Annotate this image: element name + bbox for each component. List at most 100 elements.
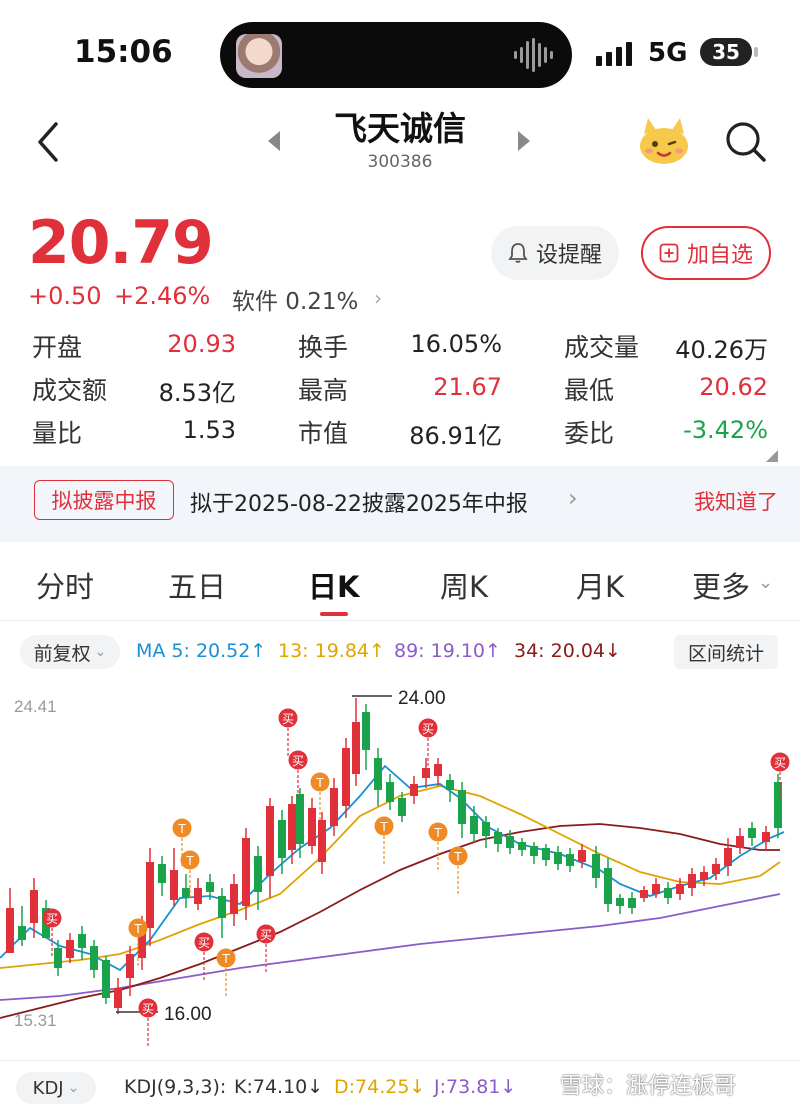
tab-intraday[interactable]: 分时	[36, 564, 94, 606]
add-watchlist-label: 加自选	[686, 243, 753, 268]
high-price-label: 24.00	[398, 688, 446, 709]
candle-body	[592, 854, 600, 878]
mascot-icon[interactable]	[636, 116, 692, 166]
watermark: 雪球：涨停连板哥	[560, 1074, 737, 1099]
notice-tag: 拟披露中报	[34, 480, 174, 520]
candle-body	[90, 946, 98, 970]
buy-signal-marker-label: 买	[260, 928, 272, 942]
chevron-right-icon: ›	[568, 484, 578, 512]
candle-body	[362, 712, 370, 750]
chevron-down-icon: ⌄	[758, 572, 774, 593]
buy-signal-marker-label: 买	[142, 1002, 154, 1016]
candle-body	[6, 908, 14, 953]
current-price: 20.79	[28, 208, 214, 278]
candle-body	[170, 870, 178, 900]
ma34-value: 34: 20.04↓	[514, 640, 621, 662]
stat-value-volume-ratio: 1.53	[182, 416, 236, 444]
candle-body	[616, 898, 624, 906]
divider	[0, 1060, 800, 1061]
candle-body	[640, 890, 648, 898]
notice-dismiss-button[interactable]: 我知道了	[694, 486, 778, 516]
next-stock-icon[interactable]	[516, 130, 532, 152]
ma13-value: 13: 19.84↑	[278, 640, 385, 662]
candle-body	[736, 836, 744, 848]
t-signal-marker-label: T	[453, 850, 462, 864]
candle-body	[266, 806, 274, 876]
t-signal-marker-label: T	[221, 952, 230, 966]
candle-body	[446, 780, 454, 790]
price-change-percent: +2.46%	[114, 282, 211, 310]
t-signal-marker-label: T	[177, 822, 186, 836]
kdj-dropdown-label: KDJ	[32, 1077, 64, 1099]
network-type: 5G	[648, 38, 688, 68]
candle-body	[308, 808, 316, 846]
ma13-line	[0, 785, 781, 969]
set-alert-button[interactable]: 设提醒	[491, 226, 619, 280]
stat-value-turnover: 16.05%	[410, 330, 502, 358]
candle-body	[422, 768, 430, 778]
candle-body	[482, 822, 490, 836]
stat-label-market-cap: 市值	[298, 419, 349, 448]
candle-body	[724, 848, 732, 866]
ma5-value: MA 5: 20.52↑	[136, 640, 267, 662]
candle-body	[194, 888, 202, 904]
divider	[0, 620, 800, 621]
candle-body	[318, 820, 326, 862]
ma89-value: 89: 19.10↑	[394, 640, 501, 662]
expand-stats-icon[interactable]	[766, 450, 778, 462]
search-icon[interactable]	[722, 118, 768, 164]
bell-icon	[508, 243, 528, 263]
candle-body	[604, 868, 612, 904]
chevron-down-icon: ⌄	[94, 644, 107, 660]
cellular-signal-icon	[596, 42, 632, 66]
add-icon	[659, 243, 679, 263]
music-avatar-icon	[236, 34, 282, 78]
candle-body	[652, 884, 660, 894]
range-stats-button[interactable]: 区间统计	[674, 635, 778, 669]
candle-body	[206, 882, 214, 892]
tab-monthly-k[interactable]: 月K	[576, 564, 624, 606]
battery-tip	[754, 47, 758, 57]
tab-daily-k[interactable]: 日K	[308, 564, 359, 606]
stat-label-order-ratio: 委比	[564, 419, 615, 448]
chevron-right-icon: ›	[374, 286, 382, 310]
buy-signal-marker-label: 买	[292, 754, 304, 768]
candle-body	[352, 722, 360, 774]
candle-body	[542, 848, 550, 860]
stat-value-market-cap: 86.91亿	[409, 422, 502, 450]
kdj-j-value: J:73.81↓	[434, 1076, 517, 1098]
candle-body	[54, 948, 62, 968]
notice-text[interactable]: 拟于2025-08-22披露2025年中报	[190, 486, 528, 518]
sector-link[interactable]: 软件 0.21%	[232, 282, 358, 316]
candle-body	[230, 884, 238, 914]
stat-value-volume: 40.26万	[675, 336, 768, 364]
t-signal-marker-label: T	[133, 922, 142, 936]
stat-value-open: 20.93	[167, 330, 236, 358]
tab-weekly-k[interactable]: 周K	[440, 564, 488, 606]
candle-body	[278, 820, 286, 858]
kdj-dropdown[interactable]: KDJ ⌄	[16, 1072, 96, 1104]
candle-body	[434, 764, 442, 776]
price-adjust-dropdown[interactable]: 前复权 ⌄	[20, 635, 120, 669]
kdj-k-value: K:74.10↓	[234, 1076, 324, 1098]
candle-body	[218, 896, 226, 918]
y-axis-top-label: 24.41	[14, 697, 57, 716]
candle-body	[78, 934, 86, 948]
stat-value-order-ratio: -3.42%	[683, 416, 768, 444]
audio-wave-icon	[514, 38, 553, 72]
candle-body	[470, 816, 478, 834]
candle-body	[712, 864, 720, 874]
stat-label-open: 开盘	[32, 333, 83, 362]
set-alert-label: 设提醒	[535, 243, 602, 268]
tab-more[interactable]: 更多	[692, 564, 750, 606]
stat-label-high: 最高	[298, 376, 349, 405]
kline-chart[interactable]: 24.41 15.31 24.00 16.00 买买买买买买买买TTTTTT TT	[0, 678, 800, 1058]
add-watchlist-button[interactable]: 加自选	[641, 226, 771, 280]
stat-value-low: 20.62	[699, 373, 768, 401]
candle-body	[554, 852, 562, 864]
price-change: +0.50	[28, 282, 102, 310]
active-tab-indicator	[320, 612, 348, 616]
tab-five-day[interactable]: 五日	[168, 564, 226, 606]
candle-body	[506, 836, 514, 848]
candle-body	[458, 790, 466, 824]
